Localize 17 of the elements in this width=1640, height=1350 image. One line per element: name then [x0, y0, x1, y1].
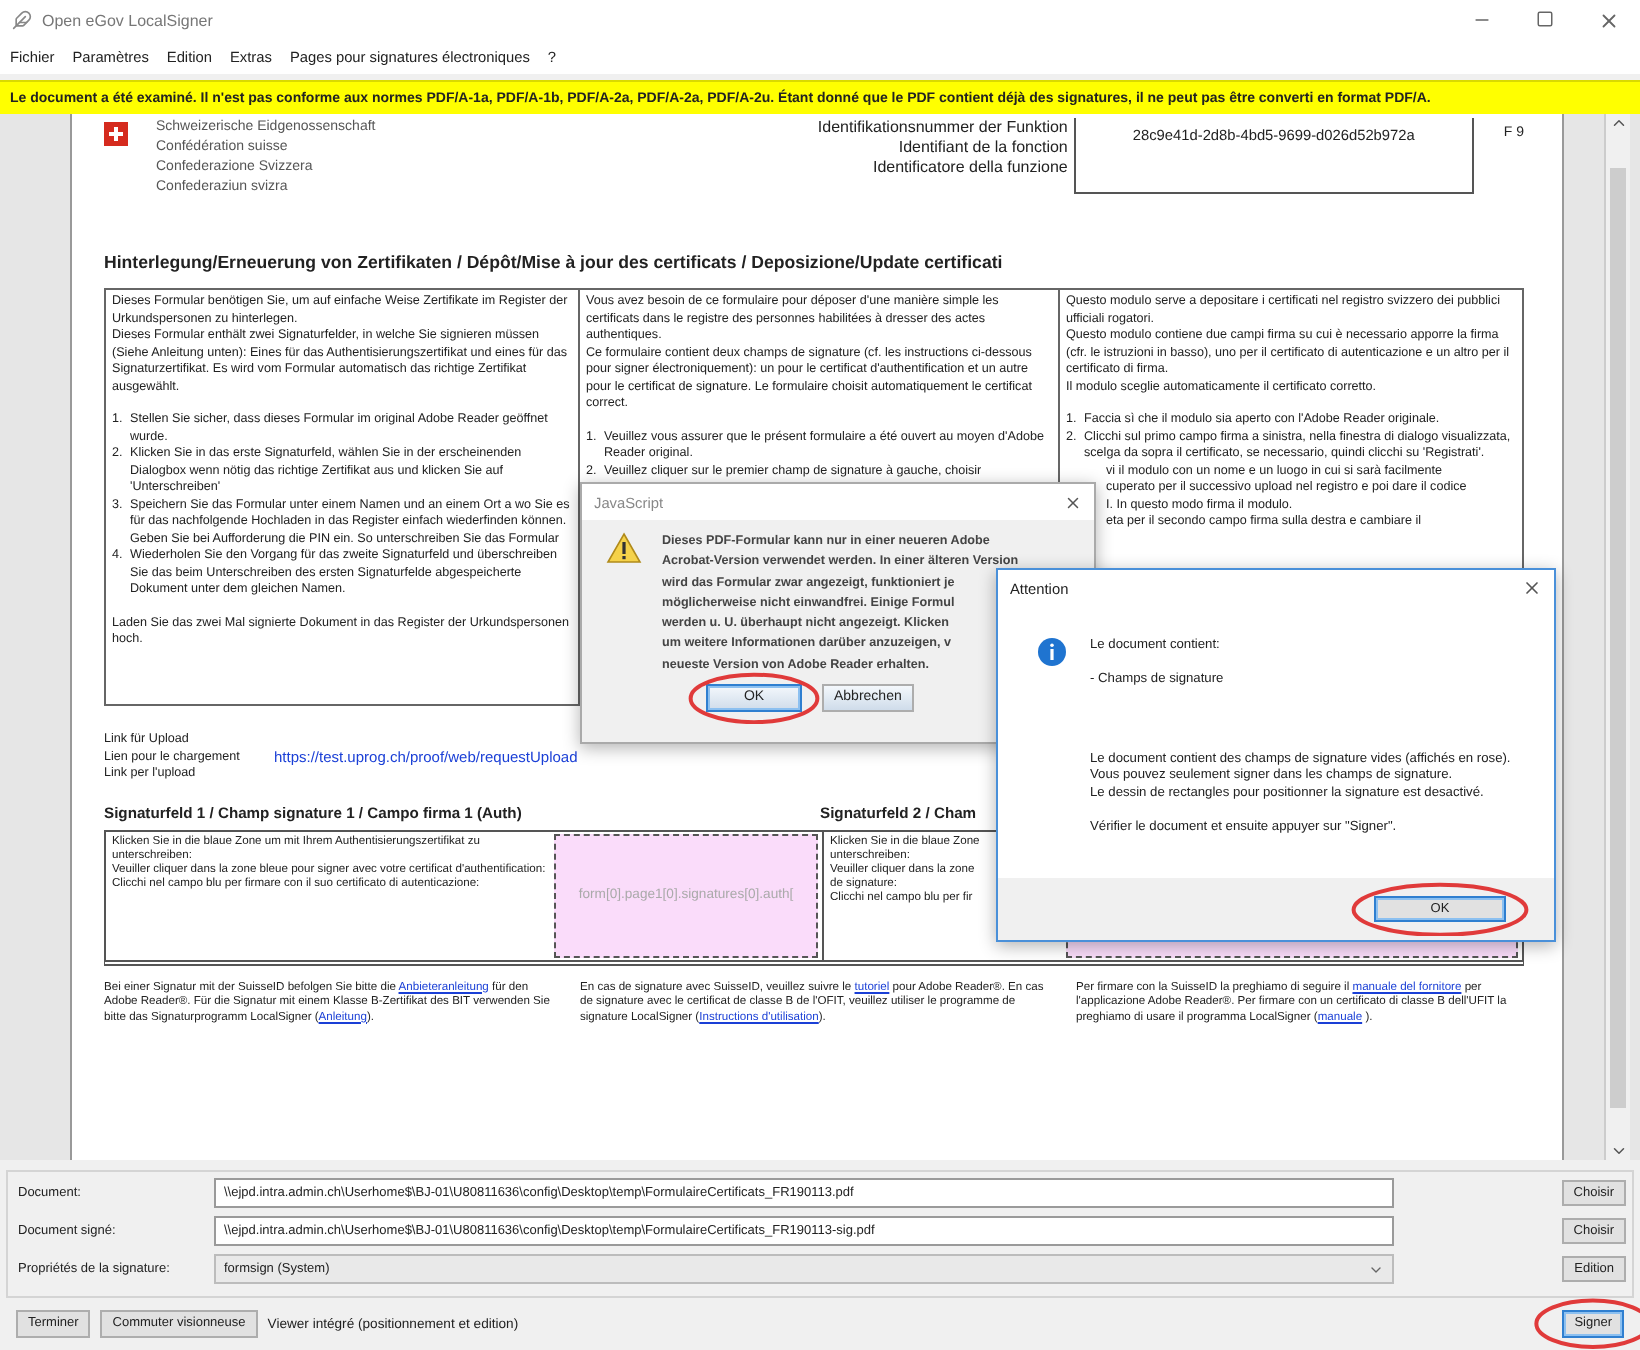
close-icon[interactable] — [1064, 493, 1082, 511]
maximize-icon[interactable] — [1536, 9, 1554, 27]
close-icon[interactable] — [1522, 578, 1542, 598]
scroll-up-icon[interactable] — [1609, 114, 1627, 132]
scrollbar[interactable] — [1604, 114, 1630, 1160]
info-icon — [1038, 638, 1066, 666]
document-title: Hinterlegung/Erneuerung von Zertifikaten / Dépôt/Mise à jour des certificats / Deposizione/Update certificati — [104, 252, 1005, 272]
app-icon — [12, 10, 32, 30]
warning-icon — [606, 532, 642, 564]
close-icon[interactable] — [1598, 9, 1620, 31]
scroll-down-icon[interactable] — [1609, 1142, 1627, 1160]
field-label: Identificatore della funzione — [872, 158, 1068, 178]
field-label: Identifikationsnummer der Funktion — [817, 118, 1068, 138]
swiss-flag-icon — [104, 122, 128, 146]
window-title: Open eGov LocalSigner — [42, 11, 213, 29]
scroll-thumb[interactable] — [1610, 167, 1626, 1107]
field-label: Identifiant de la fonction — [898, 138, 1068, 158]
